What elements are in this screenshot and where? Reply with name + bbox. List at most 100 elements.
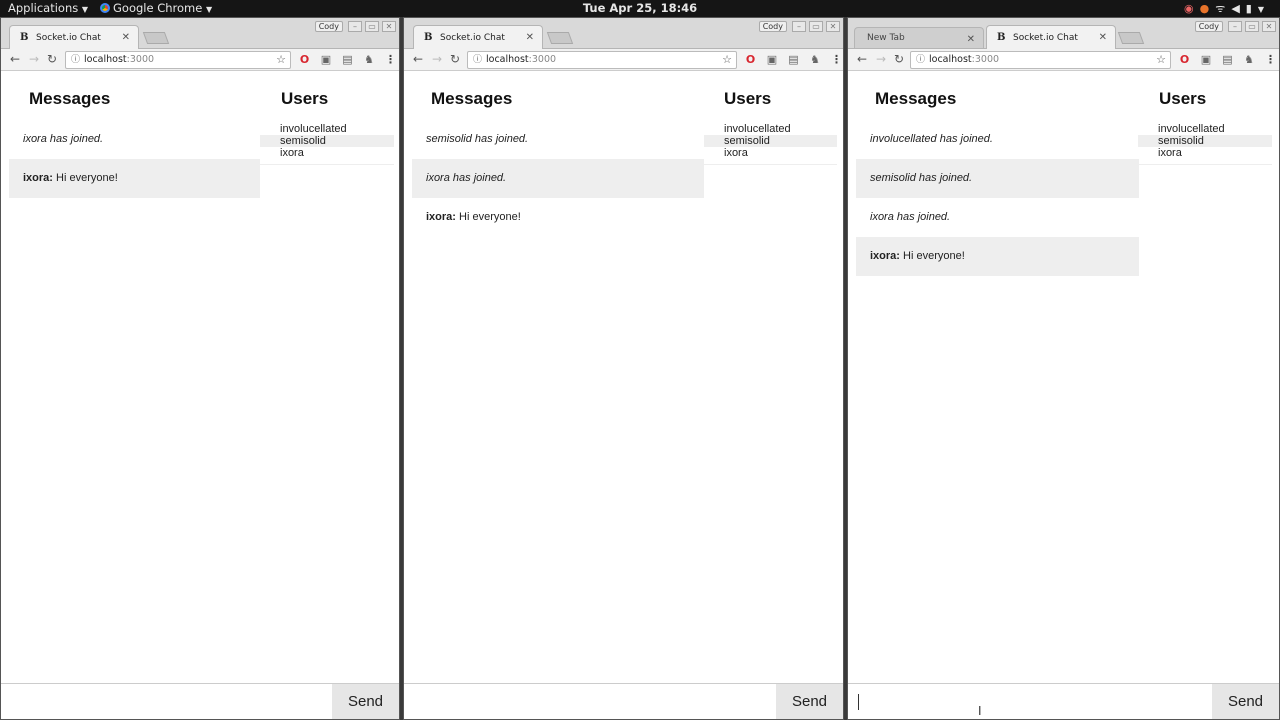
- message-text: semisolid has joined.: [426, 133, 529, 145]
- user-list-item: ixora: [280, 147, 304, 159]
- send-button[interactable]: Send: [776, 684, 843, 719]
- browser-toolbar: ← → ↻ ⓘ localhost:3000 ☆ O ▣ ▤ ♞ ⋮: [404, 49, 843, 71]
- chat-page: Messages Users ixora has joined. ixora: H…: [1, 72, 399, 719]
- new-tab-button[interactable]: [546, 32, 574, 44]
- battery-icon: ▮: [1245, 2, 1258, 15]
- ibeam-pointer-icon: I: [978, 704, 982, 718]
- minimize-icon[interactable]: –: [1228, 21, 1242, 32]
- pocket-icon[interactable]: ▣: [1200, 53, 1213, 66]
- user-list-item: semisolid: [1138, 135, 1272, 147]
- back-arrow-icon[interactable]: ←: [10, 52, 20, 66]
- users-list: involucellated semisolid ixora: [704, 123, 837, 165]
- address-bar[interactable]: ⓘ localhost:3000 ☆: [910, 51, 1171, 69]
- maximize-icon[interactable]: ▭: [809, 21, 823, 32]
- forward-arrow-icon[interactable]: →: [29, 52, 39, 66]
- tab-label: New Tab: [867, 33, 905, 43]
- tab-socketio-chat[interactable]: B Socket.io Chat ✕: [413, 25, 543, 49]
- tab-strip: Cody – ▭ ✕ B Socket.io Chat ✕: [1, 18, 399, 49]
- menu-kebab-icon[interactable]: ⋮: [384, 53, 397, 66]
- close-window-icon[interactable]: ✕: [382, 21, 396, 32]
- bookmark-star-icon[interactable]: ☆: [722, 52, 732, 68]
- close-tab-icon[interactable]: ✕: [1099, 32, 1107, 43]
- system-message: ixora has joined.: [9, 120, 260, 159]
- users-heading: Users: [281, 89, 329, 108]
- maximize-icon[interactable]: ▭: [1245, 21, 1259, 32]
- close-window-icon[interactable]: ✕: [826, 21, 840, 32]
- forward-arrow-icon[interactable]: →: [876, 52, 886, 66]
- extension-icon[interactable]: ▤: [341, 53, 354, 66]
- close-tab-icon[interactable]: ✕: [526, 32, 534, 43]
- system-message: involucellated has joined.: [856, 120, 1139, 159]
- minimize-icon[interactable]: –: [348, 21, 362, 32]
- minimize-icon[interactable]: –: [792, 21, 806, 32]
- text-cursor: [858, 694, 859, 710]
- extension-icon[interactable]: ▤: [1221, 53, 1234, 66]
- bookmark-star-icon[interactable]: ☆: [1156, 52, 1166, 68]
- profile-button[interactable]: Cody: [758, 21, 787, 32]
- tab-socketio-chat[interactable]: B Socket.io Chat ✕: [9, 25, 139, 49]
- url-port: :3000: [971, 54, 1000, 65]
- reload-icon[interactable]: ↻: [894, 52, 904, 66]
- messages-heading: Messages: [875, 89, 957, 108]
- tab-label: Socket.io Chat: [1013, 33, 1078, 43]
- system-tray[interactable]: ◉●ᯤ◀▮▼: [1184, 1, 1270, 16]
- browser-window-1: Cody – ▭ ✕ B Socket.io Chat ✕ ← → ↻ ⓘ local…: [0, 17, 400, 720]
- opera-icon[interactable]: O: [298, 53, 311, 66]
- user-list-item: ixora: [1158, 147, 1182, 159]
- reload-icon[interactable]: ↻: [47, 52, 57, 66]
- reload-icon[interactable]: ↻: [450, 52, 460, 66]
- ghostery-icon[interactable]: ♞: [363, 53, 376, 66]
- ghostery-icon[interactable]: ♞: [809, 53, 822, 66]
- arrow-left-icon: ◀: [1231, 2, 1246, 15]
- close-tab-icon[interactable]: ✕: [122, 32, 130, 43]
- address-bar[interactable]: ⓘ localhost:3000 ☆: [65, 51, 291, 69]
- new-tab-button[interactable]: [142, 32, 170, 44]
- clock[interactable]: Tue Apr 25, 18:46: [0, 1, 1280, 15]
- menu-kebab-icon[interactable]: ⋮: [830, 53, 843, 66]
- bookmark-star-icon[interactable]: ☆: [276, 52, 286, 68]
- user-list-item: involucellated: [724, 123, 791, 135]
- ghostery-icon[interactable]: ♞: [1243, 53, 1256, 66]
- info-icon[interactable]: ⓘ: [71, 52, 80, 68]
- chrome-tray-icon[interactable]: ◉: [1184, 2, 1200, 15]
- address-bar[interactable]: ⓘ localhost:3000 ☆: [467, 51, 737, 69]
- message-input[interactable]: [404, 684, 775, 719]
- browser-window-3: Cody – ▭ ✕ New Tab ✕ B Socket.io Chat ✕ ← → …: [847, 17, 1280, 720]
- wifi-icon: ᯤ: [1215, 2, 1232, 15]
- opera-icon[interactable]: O: [1178, 53, 1191, 66]
- new-tab-button[interactable]: [1117, 32, 1145, 44]
- message-text: Hi everyone!: [52, 172, 118, 184]
- message-input[interactable]: I: [848, 684, 1211, 719]
- send-button[interactable]: Send: [332, 684, 399, 719]
- pocket-icon[interactable]: ▣: [320, 53, 333, 66]
- message-compose-bar: Send: [404, 683, 843, 719]
- menu-kebab-icon[interactable]: ⋮: [1264, 53, 1277, 66]
- url-port: :3000: [126, 54, 155, 65]
- close-tab-icon[interactable]: ✕: [967, 34, 975, 45]
- tab-new-tab[interactable]: New Tab ✕: [854, 27, 984, 48]
- profile-button[interactable]: Cody: [1194, 21, 1223, 32]
- bootstrap-favicon-icon: B: [997, 32, 1006, 43]
- pocket-icon[interactable]: ▣: [766, 53, 779, 66]
- profile-button[interactable]: Cody: [314, 21, 343, 32]
- system-message: ixora has joined.: [412, 159, 704, 198]
- back-arrow-icon[interactable]: ←: [857, 52, 867, 66]
- info-icon[interactable]: ⓘ: [473, 52, 482, 68]
- tab-socketio-chat[interactable]: B Socket.io Chat ✕: [986, 25, 1116, 49]
- message-text: ixora has joined.: [23, 133, 104, 145]
- forward-arrow-icon[interactable]: →: [432, 52, 442, 66]
- opera-icon[interactable]: O: [744, 53, 757, 66]
- close-window-icon[interactable]: ✕: [1262, 21, 1276, 32]
- extension-icon[interactable]: ▤: [787, 53, 800, 66]
- message-text: involucellated has joined.: [870, 133, 993, 145]
- send-button[interactable]: Send: [1212, 684, 1279, 719]
- message-username: ixora:: [870, 250, 900, 262]
- message-text: ixora has joined.: [426, 172, 507, 184]
- message-text: Hi everyone!: [455, 211, 521, 223]
- system-message: semisolid has joined.: [412, 120, 704, 159]
- back-arrow-icon[interactable]: ←: [413, 52, 423, 66]
- maximize-icon[interactable]: ▭: [365, 21, 379, 32]
- message-input[interactable]: [1, 684, 331, 719]
- message-text: ixora has joined.: [870, 211, 951, 223]
- info-icon[interactable]: ⓘ: [916, 52, 925, 68]
